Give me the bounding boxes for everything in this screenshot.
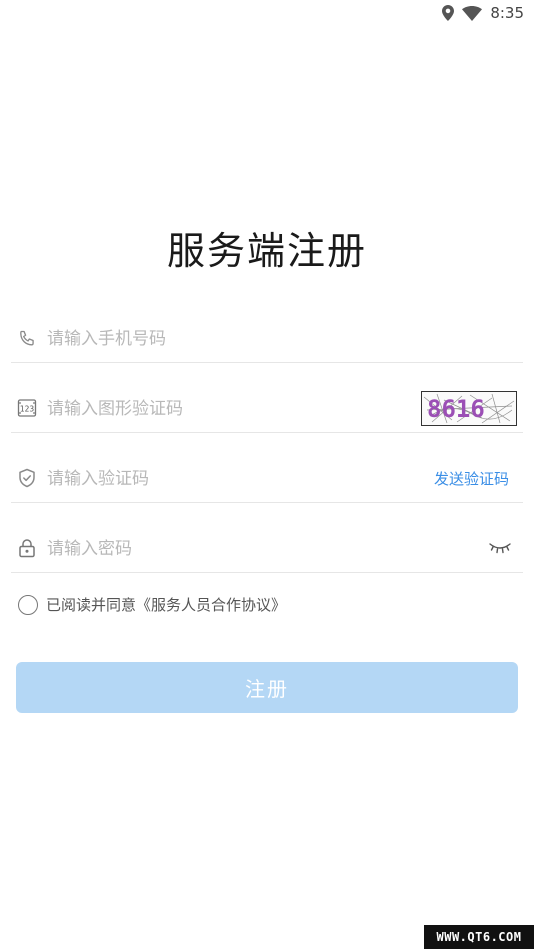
password-row — [11, 513, 523, 573]
captcha-row: 123 8616 — [11, 372, 523, 433]
phone-icon — [16, 328, 38, 350]
send-code-button[interactable]: 发送验证码 — [434, 468, 509, 489]
lock-icon — [16, 537, 38, 559]
page-title: 服务端注册 — [166, 229, 367, 273]
shield-check-icon — [16, 467, 38, 489]
password-input[interactable] — [47, 536, 407, 562]
captcha-text: 8616 — [427, 395, 485, 423]
sms-code-row: 发送验证码 — [11, 443, 523, 503]
eye-closed-icon[interactable] — [489, 540, 511, 554]
sms-code-input[interactable] — [47, 466, 407, 492]
phone-input[interactable] — [47, 326, 407, 352]
register-button[interactable]: 注册 — [16, 662, 518, 713]
location-icon — [442, 5, 455, 21]
status-icons: 8:35 — [442, 4, 524, 22]
agreement-text[interactable]: 已阅读并同意《服务人员合作协议》 — [46, 594, 286, 615]
svg-text:123: 123 — [20, 405, 35, 414]
captcha-image[interactable]: 8616 — [421, 391, 517, 426]
register-screen: 8:35 服务端注册 123 — [0, 0, 534, 949]
watermark: WWW.QT6.COM — [424, 925, 534, 949]
agreement: 已阅读并同意《服务人员合作协议》 — [18, 594, 286, 615]
phone-row — [11, 305, 523, 363]
status-bar: 8:35 — [0, 0, 534, 28]
wifi-icon — [462, 5, 483, 21]
agreement-radio[interactable] — [18, 594, 38, 615]
status-time: 8:35 — [490, 4, 524, 22]
number-123-icon: 123 — [16, 397, 38, 419]
captcha-input[interactable] — [47, 396, 407, 422]
